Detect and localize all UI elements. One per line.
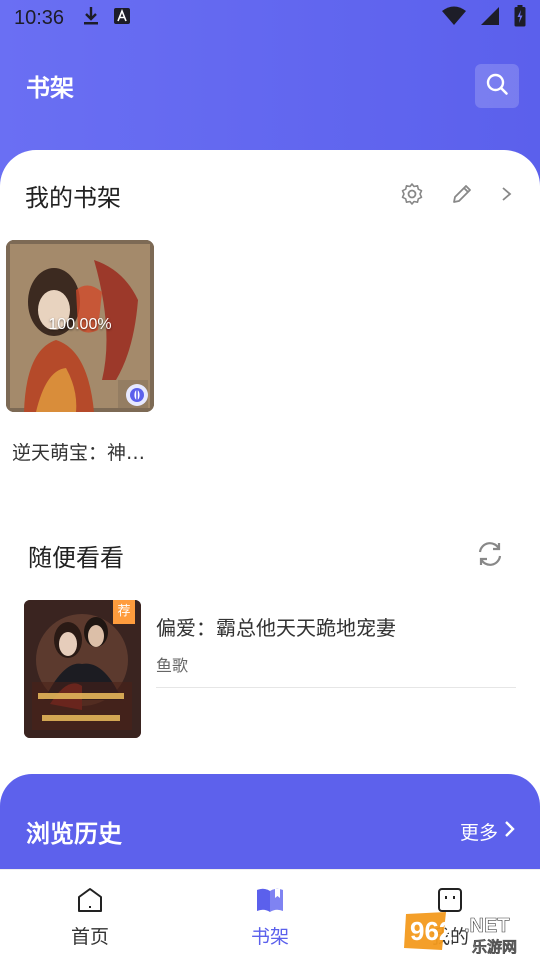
- page-title: 书架: [26, 74, 74, 102]
- settings-gear-icon[interactable]: [400, 182, 424, 210]
- tab-home-label: 首页: [70, 926, 109, 948]
- home-icon: [30, 886, 150, 918]
- download-icon: [82, 6, 100, 31]
- tab-bookshelf[interactable]: 书架: [210, 880, 330, 949]
- main-card: 我的书架 100.00% 逆天萌宝：神… 随便看看 荐 偏爱：霸总他天天跪地宠妻…: [0, 150, 540, 870]
- history-title: 浏览历史: [26, 820, 122, 848]
- recommend-tag: 荐: [113, 600, 135, 624]
- watermark-net: .NET: [464, 915, 510, 937]
- tab-home[interactable]: 首页: [30, 880, 150, 949]
- book-icon: [210, 886, 330, 918]
- search-button[interactable]: [475, 64, 519, 108]
- shelf-book-cover[interactable]: 100.00%: [6, 240, 154, 412]
- status-bar: 10:36: [0, 0, 540, 36]
- refresh-icon: [474, 538, 506, 574]
- battery-icon: [514, 4, 526, 32]
- signal-icon: [480, 6, 500, 31]
- book-progress: 100.00%: [48, 316, 112, 333]
- shelf-book-title[interactable]: 逆天萌宝：神…: [12, 438, 162, 465]
- divider: [156, 687, 516, 688]
- watermark-site: 乐游网: [472, 938, 517, 954]
- local-book-badge-icon: [126, 384, 148, 406]
- tab-bookshelf-label: 书架: [250, 926, 289, 948]
- edit-pencil-icon[interactable]: [450, 182, 474, 210]
- recommend-item[interactable]: 荐 偏爱：霸总他天天跪地宠妻 鱼歌: [24, 600, 516, 740]
- search-icon: [485, 72, 509, 100]
- app-header: 书架: [0, 56, 540, 112]
- shelf-toolbar: [400, 182, 514, 210]
- history-panel[interactable]: 浏览历史 更多: [0, 774, 540, 874]
- status-time: 10:36: [14, 6, 65, 29]
- chevron-right-icon[interactable]: [500, 182, 514, 210]
- recommend-book-cover[interactable]: 荐: [24, 600, 141, 738]
- app-notification-icon: [114, 7, 131, 29]
- site-watermark-logo: 962 .NET 乐游网: [402, 908, 538, 956]
- history-more-label: 更多: [459, 822, 498, 844]
- history-more-button[interactable]: 更多: [460, 818, 516, 845]
- recommend-book-author: 鱼歌: [156, 656, 189, 675]
- random-title: 随便看看: [28, 544, 124, 572]
- recommend-book-title[interactable]: 偏爱：霸总他天天跪地宠妻: [156, 612, 396, 641]
- shelf-title: 我的书架: [25, 184, 121, 212]
- wifi-icon: [442, 6, 466, 31]
- chevron-right-icon: [504, 819, 516, 844]
- watermark-digits: 962: [410, 916, 453, 946]
- refresh-button[interactable]: [472, 538, 508, 574]
